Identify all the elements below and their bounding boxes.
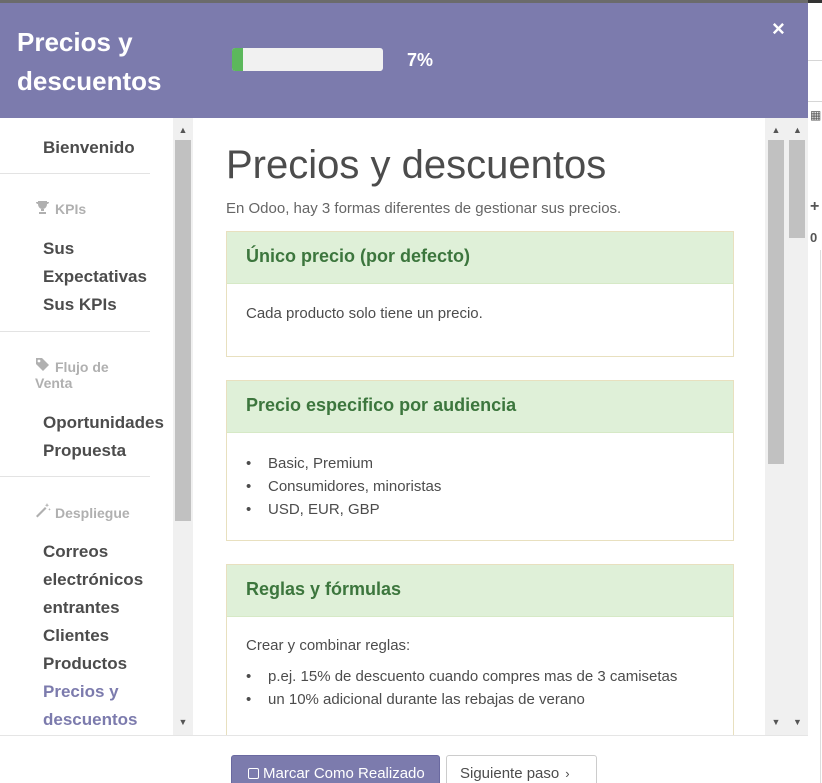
list-item: USD, EUR, GBP	[246, 498, 714, 521]
next-step-button[interactable]: Siguiente paso ›	[446, 755, 597, 783]
progress-bar	[232, 48, 383, 71]
sidebar-item-pricing[interactable]: Precios y descuentos	[43, 678, 143, 734]
card-rules-formulas: Reglas y fórmulas Crear y combinar regla…	[226, 564, 734, 735]
card-title: Reglas y fórmulas	[227, 565, 733, 617]
bullet-list: p.ej. 15% de descuento cuando compres ma…	[246, 665, 714, 711]
list-item: p.ej. 15% de descuento cuando compres ma…	[246, 665, 714, 688]
trophy-icon	[35, 200, 55, 217]
sidebar: Bienvenido KPIs Sus Expectativas Sus KPI…	[0, 118, 173, 735]
mark-done-button[interactable]: Marcar Como Realizado	[231, 755, 440, 783]
card-audience-price: Precio especifico por audiencia Basic, P…	[226, 380, 734, 541]
sidebar-section-sales-flow: Flujo de Venta	[35, 357, 145, 391]
background-text: 0	[810, 230, 818, 245]
list-item: Basic, Premium	[246, 452, 714, 475]
sidebar-item-label: Correos electrónicos entrantes	[43, 542, 144, 617]
sidebar-divider	[0, 173, 150, 174]
sidebar-section-title: KPIs	[55, 201, 87, 217]
sidebar-item-label: Precios y descuentos	[43, 682, 138, 729]
background-app: ▦ + 0	[808, 0, 822, 783]
scroll-down-arrow-icon[interactable]: ▼	[173, 716, 193, 728]
content-panel: Precios y descuentos En Odoo, hay 3 form…	[195, 118, 765, 735]
page-title: Precios y descuentos	[226, 143, 607, 187]
progress-label: 7%	[407, 50, 434, 70]
list-item: Consumidores, minoristas	[246, 475, 714, 498]
list-item: un 10% adicional durante las rebajas de …	[246, 688, 714, 711]
scroll-up-arrow-icon[interactable]: ▲	[765, 124, 787, 136]
background-divider	[808, 101, 822, 102]
close-button[interactable]: ×	[772, 18, 785, 40]
sidebar-item-products[interactable]: Productos	[43, 650, 127, 678]
intro-text: En Odoo, hay 3 formas diferentes de gest…	[226, 200, 622, 217]
grid-icon: ▦	[810, 108, 822, 122]
content-scrollbar-thumb[interactable]	[768, 140, 784, 464]
sidebar-scrollbar[interactable]: ▲ ▼	[173, 118, 193, 735]
tag-icon	[35, 357, 55, 375]
outer-scrollbar[interactable]: ▲ ▼	[787, 118, 808, 735]
sidebar-divider	[0, 476, 150, 477]
sidebar-section-deployment: Despliegue	[35, 502, 130, 521]
card-body: Crear y combinar reglas: p.ej. 15% de de…	[227, 617, 733, 731]
background-divider	[808, 60, 822, 61]
plus-icon: +	[810, 198, 820, 215]
sidebar-item-kpis[interactable]: Sus KPIs	[43, 291, 117, 319]
sidebar-item-expectations[interactable]: Sus Expectativas	[43, 235, 163, 291]
sidebar-item-label: Sus Expectativas	[43, 239, 147, 286]
card-text: Crear y combinar reglas:	[246, 637, 411, 654]
card-text: Cada producto solo tiene un precio.	[246, 305, 483, 322]
checkbox-icon	[248, 768, 259, 779]
sidebar-item-proposal[interactable]: Propuesta	[43, 437, 126, 465]
card-title: Único precio (por defecto)	[227, 232, 733, 284]
sidebar-section-kpis: KPIs	[35, 200, 86, 217]
sidebar-divider	[0, 331, 150, 332]
modal-footer: Marcar Como Realizado Siguiente paso ›	[0, 735, 808, 783]
bullet-list: Basic, Premium Consumidores, minoristas …	[246, 452, 714, 521]
sidebar-section-title: Despliegue	[55, 505, 130, 521]
background-divider	[820, 250, 821, 783]
scroll-up-arrow-icon[interactable]: ▲	[173, 124, 193, 136]
sidebar-scrollbar-thumb[interactable]	[175, 140, 191, 521]
sidebar-item-opportunities[interactable]: Oportunidades	[43, 409, 164, 437]
magic-wand-icon	[35, 502, 55, 521]
mark-done-label: Marcar Como Realizado	[263, 765, 425, 782]
content-scrollbar[interactable]: ▲ ▼	[765, 118, 787, 735]
modal-title: Precios y descuentos	[17, 27, 162, 96]
outer-scrollbar-thumb[interactable]	[789, 140, 805, 238]
scroll-down-arrow-icon[interactable]: ▼	[765, 716, 787, 728]
background-topbar	[808, 0, 822, 3]
card-title: Precio especifico por audiencia	[227, 381, 733, 433]
scroll-down-arrow-icon[interactable]: ▼	[787, 716, 808, 728]
sidebar-item-customers[interactable]: Clientes	[43, 622, 109, 650]
onboarding-modal: Precios y descuentos 7% × Bienvenido KPI…	[0, 3, 808, 783]
sidebar-item-incoming-emails[interactable]: Correos electrónicos entrantes	[43, 538, 163, 622]
progress-fill	[232, 48, 243, 71]
next-step-label: Siguiente paso	[460, 765, 560, 782]
scroll-up-arrow-icon[interactable]: ▲	[787, 124, 808, 136]
chevron-right-icon: ›	[565, 766, 570, 781]
card-body: Basic, Premium Consumidores, minoristas …	[227, 433, 733, 541]
modal-header: Precios y descuentos 7% ×	[0, 3, 808, 118]
card-single-price: Único precio (por defecto) Cada producto…	[226, 231, 734, 357]
sidebar-item-welcome[interactable]: Bienvenido	[43, 134, 135, 162]
